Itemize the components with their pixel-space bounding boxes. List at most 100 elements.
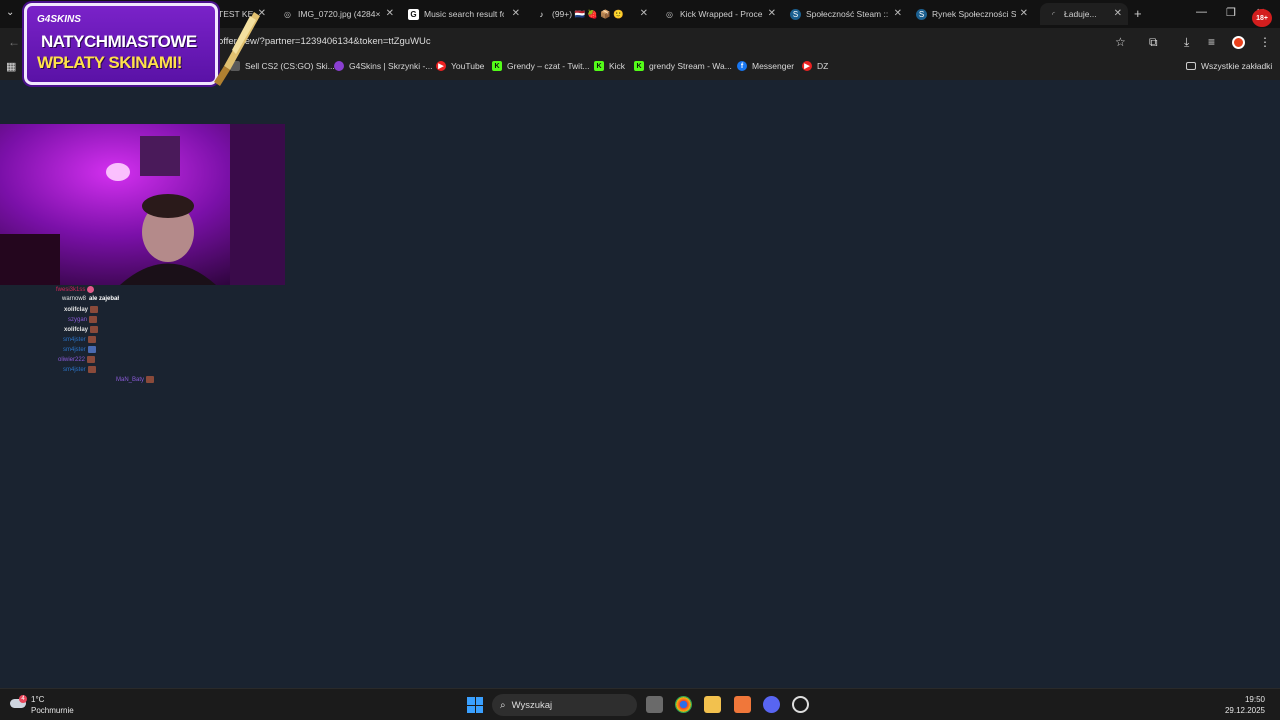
chat-message: xolifclay <box>64 306 99 313</box>
close-icon[interactable]: ✕ <box>512 8 520 19</box>
clock-time: 19:50 <box>1244 695 1265 704</box>
bookmark-dz[interactable]: ▶ DZ <box>802 61 828 71</box>
bookmark-g4skins[interactable]: G4Skins | Skrzynki -... <box>334 61 432 71</box>
emote-icon <box>89 316 98 323</box>
download-icon[interactable]: ⤓ <box>1184 35 1189 50</box>
bookmark-label: YouTube <box>451 61 485 71</box>
chat-username: sm4jster <box>63 346 86 353</box>
clock-date: 29.12.2025 <box>1224 706 1265 715</box>
close-icon[interactable]: ✕ <box>894 8 902 19</box>
all-bookmarks[interactable]: Wszystkie zakładki <box>1186 61 1272 71</box>
discord-icon[interactable] <box>763 696 780 713</box>
apps-grid-icon[interactable]: ▦ <box>6 60 16 73</box>
chat-message: sm4jster <box>63 336 96 343</box>
kick-icon: K <box>594 61 604 71</box>
tab-loading[interactable]: ◜ Ładuje... ✕ <box>1040 3 1128 25</box>
chat-text: ale zajebał <box>89 296 120 302</box>
tab-label: Kick Wrapped - Proce <box>680 9 763 19</box>
profile-avatar[interactable] <box>1232 36 1245 49</box>
tab-steam-market[interactable]: S Rynek Społeczności St ✕ <box>916 3 1034 25</box>
chat-message: oliwier222 <box>58 356 96 363</box>
chrome-icon[interactable] <box>675 696 692 713</box>
emote-icon <box>90 306 99 313</box>
bookmark-grendy-chat[interactable]: K Grendy – czat - Twit... <box>492 61 590 71</box>
media-control-icon[interactable]: ≡ <box>1208 35 1215 49</box>
chat-message: fwesi3k1ss <box>56 286 95 293</box>
chat-username: warnow8 <box>62 296 87 302</box>
emote-icon <box>146 376 155 383</box>
tab-tiktok[interactable]: ♪ (99+) 🇳🇱 🍓 📦 🙂 ✕ <box>536 3 654 25</box>
tab-kick-wrapped[interactable]: ◎ Kick Wrapped - Proce ✕ <box>664 3 782 25</box>
emote-icon <box>87 346 96 353</box>
promo-line1: NATYCHMIASTOWE <box>41 32 197 51</box>
chat-username: fwesi3k1ss <box>56 286 86 293</box>
close-icon[interactable]: ✕ <box>386 8 394 19</box>
tab-label: Społeczność Steam :: <box>806 9 889 19</box>
weather-cloud-icon[interactable]: 4 <box>10 695 27 709</box>
globe-icon: ◎ <box>666 9 673 19</box>
heart-emote-icon <box>87 286 95 293</box>
steam-app-icon[interactable] <box>792 696 809 713</box>
new-tab-button[interactable]: + <box>1134 6 1142 21</box>
menu-icon[interactable]: ⋮ <box>1259 35 1271 49</box>
g-icon: G <box>408 8 419 20</box>
emote-icon <box>87 366 96 373</box>
close-icon[interactable]: ✕ <box>1020 8 1028 19</box>
windows-taskbar: 4 1°C Pochmurnie ⌕ Wyszukaj 19:50 29.12.… <box>0 688 1280 720</box>
tab-label: (99+) 🇳🇱 🍓 📦 🙂 <box>552 8 624 19</box>
bookmark-label: Kick <box>609 61 626 71</box>
tab-label: Music search result fo <box>424 9 504 19</box>
task-view-icon[interactable] <box>646 696 663 713</box>
all-bookmarks-label: Wszystkie zakładki <box>1201 61 1273 71</box>
restore-icon[interactable]: ❐ <box>1226 6 1236 19</box>
promo-line2: WPŁATY SKINAMI! <box>37 53 182 72</box>
vlc-icon[interactable] <box>734 696 751 713</box>
close-icon[interactable]: ✕ <box>640 8 648 19</box>
emote-icon <box>87 356 96 363</box>
emote-icon <box>90 326 99 333</box>
streamer-webcam-image <box>0 124 285 285</box>
loading-spinner-icon: ◜ <box>1051 9 1056 19</box>
star-icon[interactable]: ☆ <box>1115 35 1126 49</box>
g4skins-promo-banner: G4SKINS NATYCHMIASTOWE WPŁATY SKINAMI! <box>24 3 218 85</box>
bookmark-messenger[interactable]: f Messenger <box>737 61 794 71</box>
chat-message: sm4jster <box>63 366 96 373</box>
chat-username: szygan <box>68 316 88 323</box>
bookmark-kick[interactable]: K Kick <box>594 61 625 71</box>
minimize-icon[interactable]: — <box>1196 6 1207 18</box>
weather-widget[interactable]: 1°C Pochmurnie <box>31 694 74 716</box>
back-icon[interactable]: ← <box>8 35 20 49</box>
steam-icon: S <box>790 8 801 20</box>
chat-username: sm4jster <box>63 336 86 343</box>
kick-icon: K <box>634 61 644 71</box>
bookmark-grendy-stream[interactable]: K grendy Stream - Wa... <box>634 61 732 71</box>
g4skins-icon <box>334 61 344 71</box>
tab-label: Rynek Społeczności St <box>932 9 1016 19</box>
chat-username: MaN_Baty <box>116 376 145 383</box>
windows-start-icon[interactable] <box>467 697 483 713</box>
search-placeholder: Wyszukaj <box>511 699 553 711</box>
tab-search-chevron-icon[interactable]: ⌄ <box>6 7 14 18</box>
close-icon[interactable]: ✕ <box>1114 8 1122 19</box>
promo-brand: G4SKINS <box>37 14 81 25</box>
chat-username: xolifclay <box>64 306 89 313</box>
taskbar-search[interactable]: ⌕ Wyszukaj <box>492 694 637 716</box>
file-explorer-icon[interactable] <box>704 696 721 713</box>
extensions-icon[interactable]: ⧉ <box>1149 35 1158 50</box>
tab-steam-community[interactable]: S Społeczność Steam :: ✕ <box>790 3 908 25</box>
tab-music-search[interactable]: G Music search result fo ✕ <box>408 3 526 25</box>
tab-label: Ładuje... <box>1064 9 1097 19</box>
webcam-overlay <box>0 124 285 285</box>
emote-icon <box>87 336 96 343</box>
tab-image[interactable]: ◎ IMG_0720.jpg (4284× ✕ <box>282 3 400 25</box>
bookmark-label: G4Skins | Skrzynki -... <box>349 61 433 71</box>
folder-icon <box>1186 62 1196 70</box>
bookmark-label: Messenger <box>752 61 795 71</box>
clock[interactable]: 19:50 29.12.2025 <box>1225 694 1265 716</box>
bookmark-label: DZ <box>817 61 829 71</box>
youtube-icon: ▶ <box>802 61 812 71</box>
bookmark-youtube[interactable]: ▶ YouTube <box>436 61 484 71</box>
weather-temp: 1°C <box>31 695 45 704</box>
close-icon[interactable]: ✕ <box>768 8 776 19</box>
tiktok-icon: ♪ <box>539 9 544 19</box>
